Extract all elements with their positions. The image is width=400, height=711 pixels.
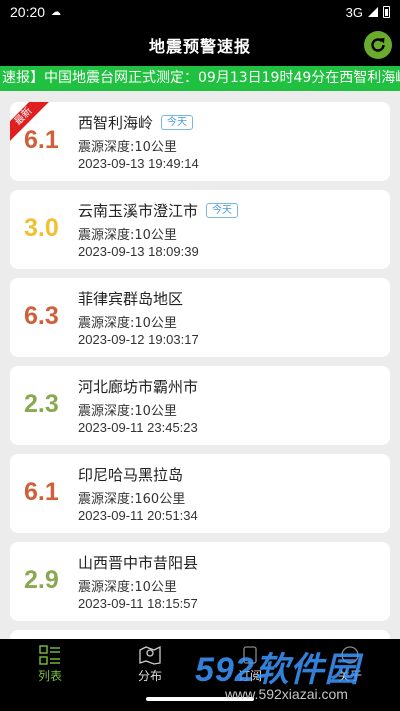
- subscribe-icon: [243, 645, 257, 664]
- quake-card[interactable]: 6.1 印尼哈马黑拉岛 震源深度:160公里 2023-09-11 20:51:…: [10, 454, 390, 533]
- depth: 震源深度:160公里: [78, 492, 186, 507]
- quake-card[interactable]: 6.3 菲律宾群岛地区 震源深度:10公里 2023-09-12 19:03:1…: [10, 278, 390, 357]
- battery-icon: [383, 6, 390, 18]
- magnitude: 6.3: [24, 302, 59, 330]
- place-row: 山西晋中市昔阳县: [78, 552, 198, 573]
- quake-card-partial[interactable]: [10, 630, 390, 639]
- quake-list[interactable]: 最新 6.1 西智利海岭 今天 震源深度:10公里 2023-09-13 19:…: [0, 91, 400, 639]
- today-tag: 今天: [161, 115, 194, 130]
- list-icon: [39, 644, 60, 665]
- datetime: 2023-09-12 19:03:17: [78, 332, 199, 347]
- app-bar: 地震预警速报: [0, 24, 400, 66]
- magnitude: 2.3: [24, 390, 59, 418]
- tab-subscribe[interactable]: 订阅: [200, 639, 300, 689]
- today-tag: 今天: [206, 203, 239, 218]
- place-row: 印尼哈马黑拉岛: [78, 464, 183, 485]
- magnitude: 3.0: [24, 214, 59, 242]
- map-icon: [139, 645, 161, 665]
- tab-label: 分布: [137, 668, 162, 683]
- tab-about[interactable]: 关于: [300, 639, 400, 689]
- news-marquee[interactable]: 速报】中国地震台网正式测定：09月13日19时49分在西智利海岭: [0, 66, 400, 91]
- depth: 震源深度:10公里: [78, 404, 177, 419]
- depth: 震源深度:10公里: [78, 228, 177, 243]
- datetime: 2023-09-11 18:15:57: [78, 596, 198, 611]
- tab-map[interactable]: 分布: [100, 639, 200, 689]
- place-name: 菲律宾群岛地区: [78, 290, 184, 308]
- place-name: 河北廊坊市霸州市: [78, 378, 199, 396]
- magnitude: 6.1: [24, 478, 59, 506]
- bottom-tab-bar: 列表 分布 订阅 关于: [0, 639, 400, 711]
- quake-card[interactable]: 2.9 山西晋中市昔阳县 震源深度:10公里 2023-09-11 18:15:…: [10, 542, 390, 621]
- status-time: 20:20: [10, 4, 46, 20]
- magnitude: 6.1: [24, 126, 59, 154]
- place-row: 菲律宾群岛地区: [78, 288, 183, 309]
- status-right: 3G: [346, 5, 390, 20]
- depth: 震源深度:10公里: [78, 580, 177, 595]
- place-row: 云南玉溪市澄江市 今天: [78, 200, 239, 221]
- quake-card[interactable]: 2.3 河北廊坊市霸州市 震源深度:10公里 2023-09-11 23:45:…: [10, 366, 390, 445]
- status-bar: 20:20 ☁ 3G: [0, 0, 400, 24]
- place-name: 西智利海岭: [78, 114, 154, 132]
- page-title: 地震预警速报: [148, 37, 251, 56]
- datetime: 2023-09-11 23:45:23: [78, 420, 198, 435]
- place-row: 西智利海岭 今天: [78, 112, 194, 133]
- refresh-icon: [371, 38, 385, 52]
- datetime: 2023-09-13 18:09:39: [78, 244, 199, 259]
- datetime: 2023-09-11 20:51:34: [78, 508, 198, 523]
- depth: 震源深度:10公里: [78, 140, 177, 155]
- quake-card[interactable]: 最新 6.1 西智利海岭 今天 震源深度:10公里 2023-09-13 19:…: [10, 102, 390, 181]
- datetime: 2023-09-13 19:49:14: [78, 156, 199, 171]
- place-name: 云南玉溪市澄江市: [78, 202, 199, 220]
- about-icon: [341, 645, 359, 664]
- cloud-icon: ☁: [51, 6, 62, 18]
- marquee-text: 速报】中国地震台网正式测定：09月13日19时49分在西智利海岭: [2, 70, 400, 86]
- tab-label: 关于: [337, 668, 362, 683]
- tab-list[interactable]: 列表: [0, 639, 100, 689]
- tab-label: 列表: [37, 668, 62, 683]
- signal-icon: [368, 7, 378, 17]
- place-name: 印尼哈马黑拉岛: [78, 466, 184, 484]
- refresh-button[interactable]: [364, 31, 392, 59]
- place-name: 山西晋中市昔阳县: [78, 554, 199, 572]
- place-row: 河北廊坊市霸州市: [78, 376, 198, 397]
- magnitude: 2.9: [24, 566, 59, 594]
- network-type: 3G: [345, 4, 363, 20]
- gesture-bar: [146, 697, 254, 701]
- depth: 震源深度:10公里: [78, 316, 177, 331]
- quake-card[interactable]: 3.0 云南玉溪市澄江市 今天 震源深度:10公里 2023-09-13 18:…: [10, 190, 390, 269]
- tab-label: 订阅: [237, 668, 262, 683]
